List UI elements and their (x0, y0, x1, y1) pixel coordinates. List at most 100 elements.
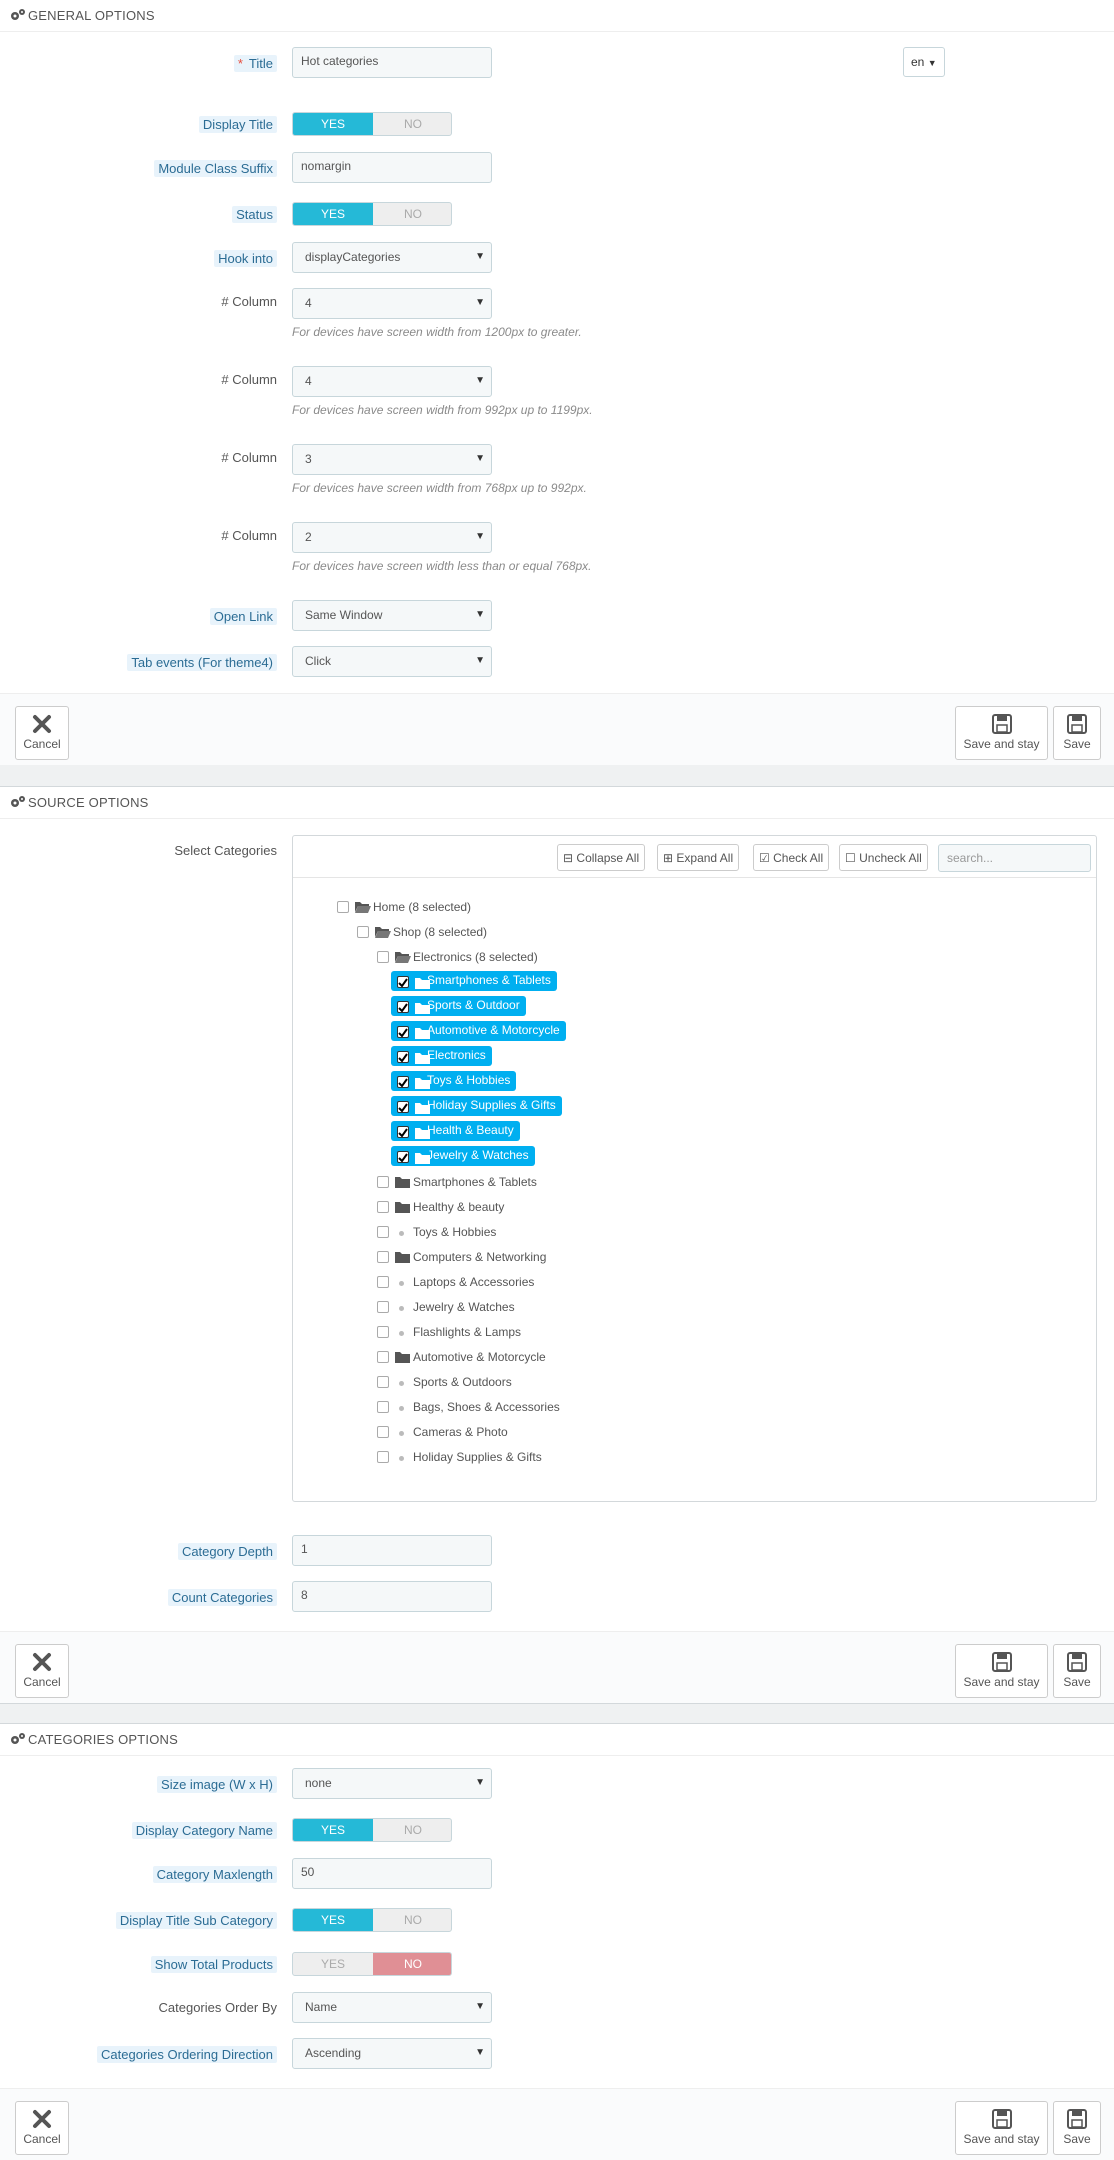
category-checkbox[interactable] (377, 1301, 389, 1313)
category-checkbox[interactable] (357, 926, 369, 938)
cogs-icon (11, 1733, 25, 1744)
folder-icon (415, 1027, 430, 1042)
save-and-stay-button[interactable]: Save and stay (955, 706, 1048, 760)
total-products-switch[interactable]: YES NO (292, 1952, 452, 1976)
switch-no[interactable]: NO (373, 1819, 451, 1841)
tree-search-input[interactable]: search... (938, 844, 1091, 872)
category-label: Toys & Hobbies (413, 1225, 497, 1239)
category-checkbox[interactable] (377, 1401, 389, 1413)
cancel-button[interactable]: Cancel (15, 2101, 69, 2155)
save-button[interactable]: Save (1053, 2101, 1101, 2155)
cancel-label: Cancel (23, 2132, 61, 2146)
column-help: For devices have screen width from 1200p… (292, 325, 582, 339)
category-checkbox[interactable] (337, 901, 349, 913)
category-checkbox[interactable] (377, 1276, 389, 1288)
category-label: Jewelry & Watches (413, 1300, 515, 1314)
switch-yes[interactable]: YES (293, 1819, 373, 1841)
direction-select[interactable]: Ascending ▼ (292, 2038, 492, 2069)
cancel-label: Cancel (23, 737, 61, 751)
categories-options-title: CATEGORIES OPTIONS (28, 1732, 178, 1747)
save-button[interactable]: Save (1053, 1644, 1101, 1698)
source-options-panel: SOURCE OPTIONS Select Categories ⊟ Colla… (0, 786, 1114, 1704)
switch-yes[interactable]: YES (293, 1909, 373, 1931)
save-label: Save (1063, 1675, 1091, 1689)
category-checkbox[interactable] (397, 1101, 409, 1113)
order-by-select[interactable]: Name ▼ (292, 1992, 492, 2023)
count-input[interactable]: 8 (292, 1581, 492, 1612)
switch-yes[interactable]: YES (293, 113, 373, 135)
caret-down-icon: ▼ (475, 453, 485, 464)
category-checkbox[interactable] (397, 1076, 409, 1088)
category-checkbox[interactable] (377, 951, 389, 963)
display-name-switch[interactable]: YES NO (292, 1818, 452, 1842)
selected-category-label[interactable]: Jewelry & Watches (391, 1146, 535, 1166)
switch-no[interactable]: NO (373, 1909, 451, 1931)
save-and-stay-label: Save and stay (963, 737, 1040, 751)
folder-icon (415, 1077, 430, 1092)
category-checkbox[interactable] (397, 1001, 409, 1013)
category-checkbox[interactable] (377, 1226, 389, 1238)
selected-category-label[interactable]: Health & Beauty (391, 1121, 520, 1141)
display-name-label: Display Category Name (131, 1822, 277, 1839)
column-select[interactable]: 2 ▼ (292, 522, 492, 553)
category-checkbox[interactable] (397, 1026, 409, 1038)
column-select[interactable]: 3 ▼ (292, 444, 492, 475)
suffix-input[interactable]: nomargin (292, 152, 492, 183)
category-checkbox[interactable] (397, 1151, 409, 1163)
check-all-button[interactable]: ☑ Check All (753, 844, 830, 871)
category-checkbox[interactable] (377, 1376, 389, 1388)
category-checkbox[interactable] (397, 1051, 409, 1063)
save-and-stay-button[interactable]: Save and stay (955, 2101, 1048, 2155)
selected-category-label[interactable]: Sports & Outdoor (391, 996, 526, 1016)
size-image-select[interactable]: none ▼ (292, 1768, 492, 1799)
category-label: Bags, Shoes & Accessories (413, 1400, 560, 1414)
category-checkbox[interactable] (377, 1426, 389, 1438)
category-checkbox[interactable] (377, 1201, 389, 1213)
floppy-disk-icon (1067, 1652, 1087, 1672)
maxlength-input[interactable]: 50 (292, 1858, 492, 1889)
required-marker: * (237, 56, 243, 71)
column-label: # Column (221, 450, 277, 465)
category-checkbox[interactable] (377, 1176, 389, 1188)
language-dropdown[interactable]: en ▼ (903, 47, 945, 77)
category-checkbox[interactable] (377, 1451, 389, 1463)
save-and-stay-label: Save and stay (963, 1675, 1040, 1689)
category-checkbox[interactable] (377, 1326, 389, 1338)
column-select[interactable]: 4 ▼ (292, 366, 492, 397)
hook-select[interactable]: displayCategories ▼ (292, 242, 492, 273)
sub-title-switch[interactable]: YES NO (292, 1908, 452, 1932)
title-label-text: Title (248, 56, 273, 71)
title-input[interactable]: Hot categories (292, 47, 492, 78)
switch-no[interactable]: NO (373, 113, 451, 135)
category-checkbox[interactable] (377, 1251, 389, 1263)
hook-value: displayCategories (305, 250, 401, 264)
maxlength-row: Category Maxlength 50 (0, 1858, 1114, 1890)
switch-yes[interactable]: YES (293, 203, 373, 225)
category-checkbox[interactable] (377, 1351, 389, 1363)
tab-events-select[interactable]: Click ▼ (292, 646, 492, 677)
close-icon (33, 715, 51, 733)
display-title-switch[interactable]: YES NO (292, 112, 452, 136)
category-label: Home (8 selected) (373, 900, 472, 914)
category-label: Computers & Networking (413, 1250, 547, 1264)
uncheck-all-button[interactable]: ☐ Uncheck All (839, 844, 928, 871)
collapse-all-button[interactable]: ⊟ Collapse All (557, 844, 646, 871)
column-select[interactable]: 4 ▼ (292, 288, 492, 319)
category-checkbox[interactable] (397, 1126, 409, 1138)
selected-category-label[interactable]: Toys & Hobbies (391, 1071, 517, 1091)
cancel-button[interactable]: Cancel (15, 1644, 69, 1698)
depth-input[interactable]: 1 (292, 1535, 492, 1566)
bullet-icon (399, 1306, 404, 1311)
expand-all-button[interactable]: ⊞ Expand All (657, 844, 740, 871)
hook-label: Hook into (214, 250, 277, 267)
save-button[interactable]: Save (1053, 706, 1101, 760)
status-switch[interactable]: YES NO (292, 202, 452, 226)
switch-no[interactable]: NO (373, 203, 451, 225)
save-and-stay-button[interactable]: Save and stay (955, 1644, 1048, 1698)
category-checkbox[interactable] (397, 976, 409, 988)
switch-yes[interactable]: YES (293, 1953, 373, 1975)
cancel-button[interactable]: Cancel (15, 706, 69, 760)
open-link-select[interactable]: Same Window ▼ (292, 600, 492, 631)
switch-no[interactable]: NO (373, 1953, 451, 1975)
column-value: 2 (305, 530, 312, 544)
